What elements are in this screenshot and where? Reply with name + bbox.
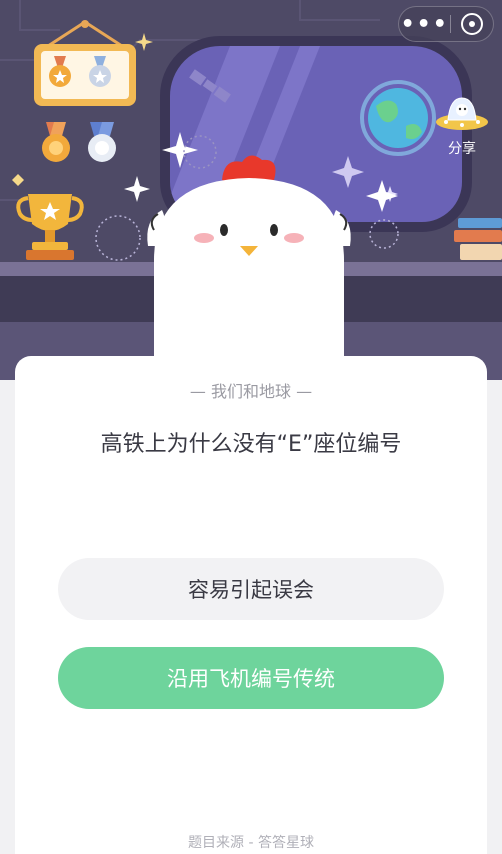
quiz-card: — 我们和地球 — 高铁上为什么没有“E”座位编号 容易引起误会 沿用飞机编号传… bbox=[15, 356, 487, 854]
trophy-icon bbox=[12, 174, 84, 260]
share-button[interactable]: 分享 bbox=[432, 92, 492, 162]
header-scene: 分享 ••• bbox=[0, 0, 502, 380]
chick-mascot bbox=[147, 155, 351, 365]
quiz-question: 高铁上为什么没有“E”座位编号 bbox=[100, 432, 402, 457]
menu-capsule: ••• bbox=[398, 6, 494, 42]
ufo-icon bbox=[436, 97, 488, 130]
medal-frame-icon bbox=[34, 20, 136, 106]
answer-option-a[interactable]: 容易引起误会 bbox=[58, 558, 444, 620]
close-icon bbox=[461, 13, 484, 35]
close-button[interactable] bbox=[451, 7, 493, 41]
books-icon bbox=[454, 218, 502, 260]
medals-icon bbox=[42, 122, 116, 162]
answer-option-b[interactable]: 沿用飞机编号传统 bbox=[58, 647, 444, 709]
quiz-category: — 我们和地球 — bbox=[189, 382, 313, 401]
sparkle-tiny-icon bbox=[135, 33, 153, 51]
share-label: 分享 bbox=[448, 141, 476, 157]
more-button[interactable]: ••• bbox=[399, 7, 450, 41]
quiz-source: 题目来源 - 答答星球 bbox=[188, 835, 314, 851]
more-icon: ••• bbox=[400, 11, 449, 37]
dotted-circles-right-icon bbox=[366, 180, 399, 249]
